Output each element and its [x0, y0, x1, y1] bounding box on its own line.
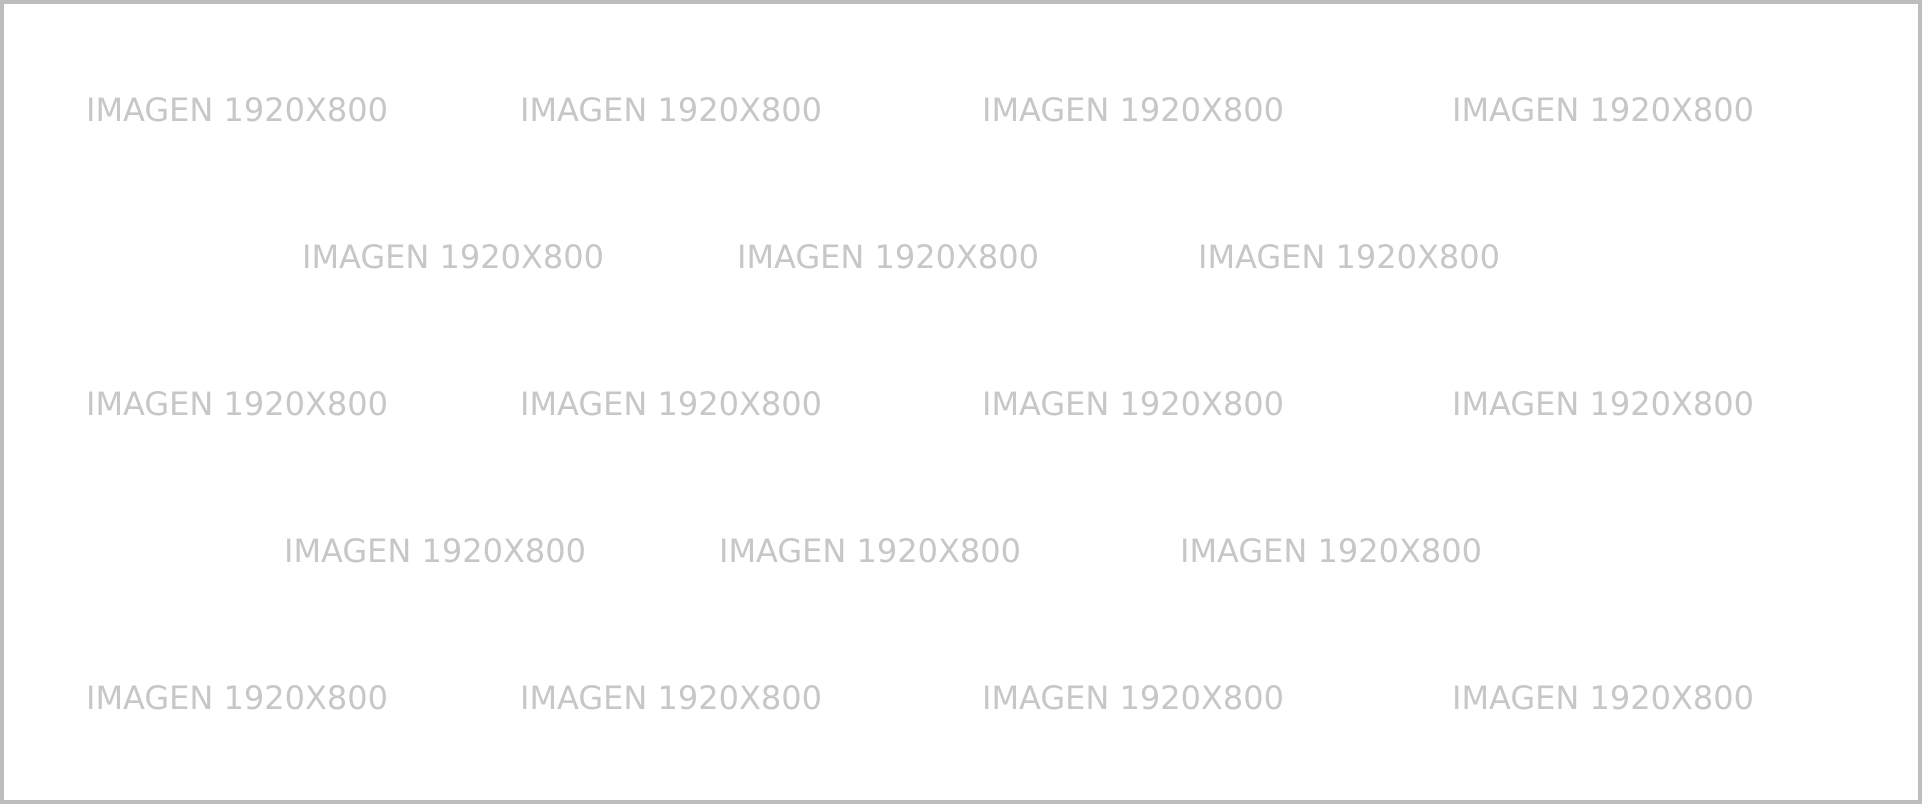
placeholder-label: IMAGEN 1920X800 — [1452, 385, 1754, 423]
placeholder-label: IMAGEN 1920X800 — [982, 679, 1284, 717]
placeholder-label: IMAGEN 1920X800 — [1198, 238, 1500, 276]
placeholder-label: IMAGEN 1920X800 — [719, 532, 1021, 570]
placeholder-label: IMAGEN 1920X800 — [520, 385, 822, 423]
placeholder-label: IMAGEN 1920X800 — [737, 238, 1039, 276]
placeholder-label: IMAGEN 1920X800 — [302, 238, 604, 276]
placeholder-label: IMAGEN 1920X800 — [86, 91, 388, 129]
placeholder-label: IMAGEN 1920X800 — [1452, 91, 1754, 129]
placeholder-label: IMAGEN 1920X800 — [1180, 532, 1482, 570]
placeholder-label: IMAGEN 1920X800 — [982, 385, 1284, 423]
placeholder-label: IMAGEN 1920X800 — [520, 679, 822, 717]
placeholder-label: IMAGEN 1920X800 — [284, 532, 586, 570]
placeholder-label: IMAGEN 1920X800 — [982, 91, 1284, 129]
image-placeholder-frame: IMAGEN 1920X800 IMAGEN 1920X800 IMAGEN 1… — [0, 0, 1922, 804]
placeholder-label: IMAGEN 1920X800 — [1452, 679, 1754, 717]
placeholder-label: IMAGEN 1920X800 — [86, 679, 388, 717]
placeholder-label: IMAGEN 1920X800 — [520, 91, 822, 129]
placeholder-label: IMAGEN 1920X800 — [86, 385, 388, 423]
